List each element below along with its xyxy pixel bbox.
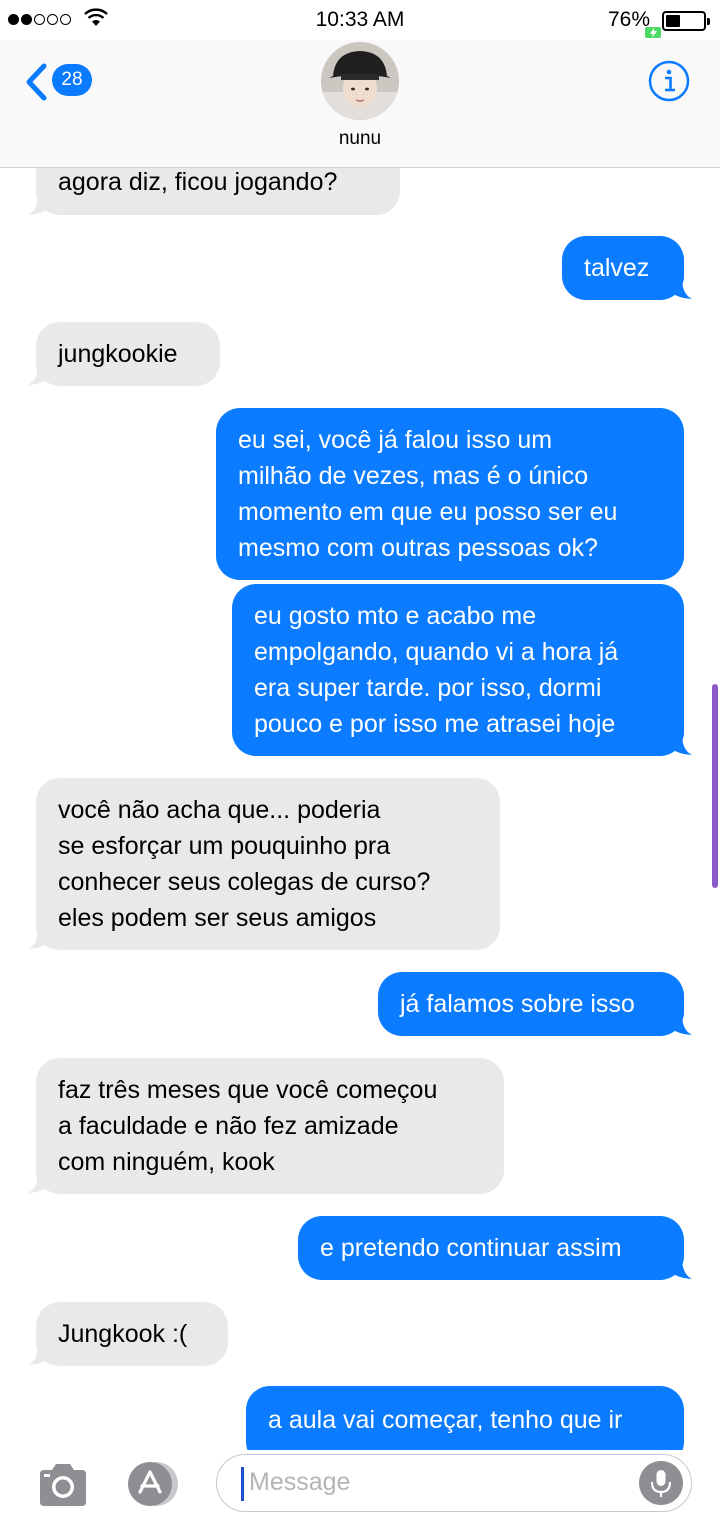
bubble-tail bbox=[28, 928, 52, 949]
avatar-photo bbox=[321, 42, 399, 120]
compose-bar: Message bbox=[0, 1450, 720, 1520]
bubble-tail bbox=[28, 1344, 52, 1365]
outgoing-message: já falamos sobre isso bbox=[378, 972, 684, 1036]
outgoing-message: eu gosto mto e acabo me empolgando, quan… bbox=[232, 584, 684, 756]
bubble-tail bbox=[668, 734, 692, 755]
outgoing-message: eu sei, você já falou isso um milhão de … bbox=[216, 408, 684, 580]
contact-name[interactable]: nunu bbox=[0, 128, 720, 150]
bubble-tail bbox=[28, 364, 52, 385]
info-icon[interactable] bbox=[648, 60, 690, 102]
outgoing-message: a aula vai começar, tenho que ir bbox=[246, 1386, 684, 1450]
back-button[interactable]: 28 bbox=[24, 60, 104, 104]
microphone-icon[interactable] bbox=[639, 1461, 683, 1505]
incoming-message: você não acha que... poderia se esforçar… bbox=[36, 778, 500, 950]
outgoing-message: e pretendo continuar assim bbox=[298, 1216, 684, 1280]
conversation-header: 28 nunu bbox=[0, 40, 720, 168]
message-input[interactable]: Message bbox=[216, 1454, 692, 1512]
incoming-message: agora diz, ficou jogando? bbox=[36, 168, 400, 215]
back-chevron-icon bbox=[26, 63, 47, 101]
bubble-tail bbox=[28, 194, 52, 215]
outgoing-message: talvez bbox=[562, 236, 684, 300]
bubble-tail bbox=[668, 1258, 692, 1279]
bubble-tail bbox=[28, 1172, 52, 1193]
unread-count-badge: 28 bbox=[52, 64, 92, 96]
incoming-message: jungkookie bbox=[36, 322, 220, 386]
battery-icon bbox=[662, 11, 710, 31]
contact-avatar[interactable] bbox=[321, 42, 399, 120]
message-list[interactable]: agora diz, ficou jogando? talvez jungkoo… bbox=[0, 168, 720, 1450]
charging-bolt-icon bbox=[645, 27, 661, 38]
bubble-tail bbox=[668, 278, 692, 299]
incoming-message: Jungkook :( bbox=[36, 1302, 228, 1366]
camera-icon[interactable] bbox=[36, 1462, 90, 1508]
scroll-indicator[interactable] bbox=[712, 684, 718, 888]
text-cursor bbox=[241, 1467, 244, 1501]
status-bar: 10:33 AM 76% bbox=[0, 0, 720, 40]
message-placeholder: Message bbox=[249, 1468, 351, 1496]
incoming-message: faz três meses que você começou a faculd… bbox=[36, 1058, 504, 1194]
appstore-icon[interactable] bbox=[124, 1460, 184, 1508]
bubble-tail bbox=[668, 1014, 692, 1035]
